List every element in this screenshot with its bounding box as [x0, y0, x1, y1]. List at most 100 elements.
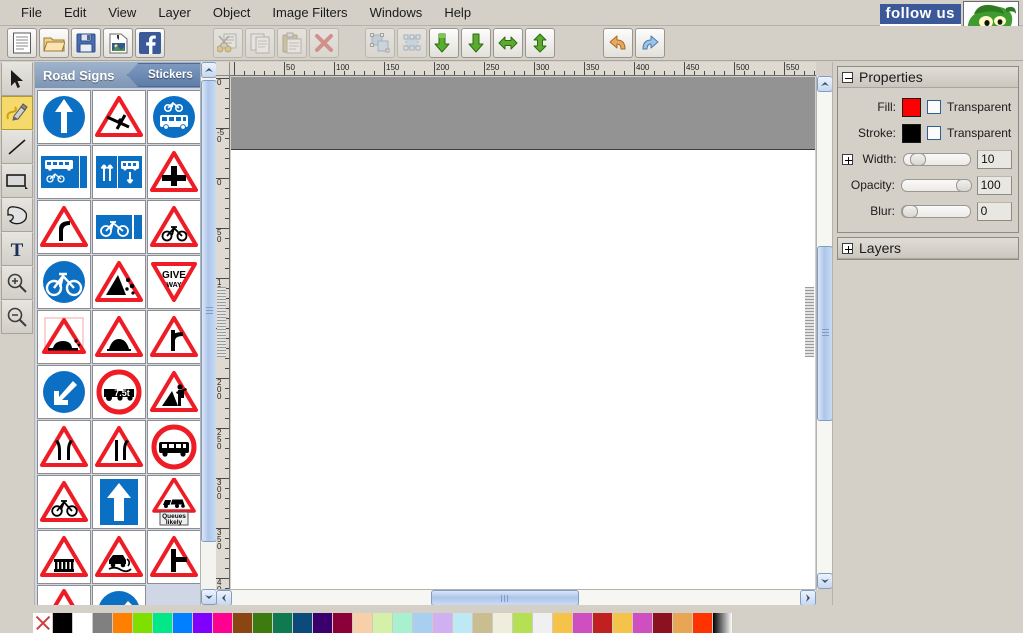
- send-to-back-button[interactable]: [461, 28, 491, 58]
- palette-swatch[interactable]: [93, 613, 113, 633]
- palette-swatch[interactable]: [653, 613, 673, 633]
- sticker-road-narrows-both-sides[interactable]: [37, 420, 91, 474]
- sticker-falling-rocks[interactable]: [92, 255, 146, 309]
- sticker-give-way[interactable]: GIVE WAY: [147, 255, 201, 309]
- palette-swatch[interactable]: [373, 613, 393, 633]
- flip-vertical-button[interactable]: [525, 28, 555, 58]
- palette-swatch[interactable]: [593, 613, 613, 633]
- palette-swatch[interactable]: [473, 613, 493, 633]
- palette-swatch[interactable]: [153, 613, 173, 633]
- tool-rectangle[interactable]: [1, 164, 33, 198]
- menu-object[interactable]: Object: [202, 2, 262, 23]
- sticker-crossroads[interactable]: [147, 145, 201, 199]
- palette-swatch[interactable]: [333, 613, 353, 633]
- canvas-horizontal-scrollbar[interactable]: [216, 589, 816, 606]
- opacity-slider-knob[interactable]: [955, 178, 972, 192]
- tool-text[interactable]: T: [1, 232, 33, 266]
- opacity-slider[interactable]: [900, 178, 972, 192]
- sticker-bus-cycle-lane-ahead[interactable]: [37, 145, 91, 199]
- collapse-icon[interactable]: [842, 71, 853, 83]
- delete-button[interactable]: [309, 28, 339, 58]
- sticker-side-road-right[interactable]: [147, 530, 201, 584]
- menu-windows[interactable]: Windows: [359, 2, 434, 23]
- tool-pencil[interactable]: [1, 96, 33, 130]
- follow-us-badge[interactable]: follow us: [879, 4, 961, 26]
- canvas-vertical-scrollbar[interactable]: [816, 76, 833, 589]
- sticker-cycle-only-route[interactable]: [37, 255, 91, 309]
- sticker-partial-triangle[interactable]: [37, 585, 91, 605]
- canvas-scroll-hthumb[interactable]: [431, 590, 579, 606]
- stickers-scroll-up-button[interactable]: [201, 62, 216, 78]
- palette-swatch[interactable]: [433, 613, 453, 633]
- palette-swatch[interactable]: [453, 613, 473, 633]
- canvas-splitter-grip[interactable]: [805, 287, 814, 357]
- tool-zoom-out[interactable]: [1, 300, 33, 334]
- cut-button[interactable]: [213, 28, 243, 58]
- palette-swatch[interactable]: [293, 613, 313, 633]
- fill-color-swatch[interactable]: [902, 97, 921, 117]
- sticker-level-crossing-gate[interactable]: [37, 530, 91, 584]
- blur-slider[interactable]: [900, 204, 971, 218]
- palette-swatch[interactable]: [393, 613, 413, 633]
- expand-width-icon[interactable]: [842, 153, 853, 165]
- save-image-button[interactable]: [103, 28, 133, 58]
- expand-icon[interactable]: [842, 242, 853, 254]
- sticker-ahead-only[interactable]: [37, 90, 91, 144]
- sticker-road-narrows-right[interactable]: [92, 420, 146, 474]
- palette-swatch[interactable]: [513, 613, 533, 633]
- palette-swatch[interactable]: [213, 613, 233, 633]
- palette-swatch[interactable]: [193, 613, 213, 633]
- palette-swatch[interactable]: [173, 613, 193, 633]
- canvas-scroll-left-button[interactable]: [216, 590, 232, 606]
- sticker-slippery-road[interactable]: [92, 530, 146, 584]
- tool-zoom-in[interactable]: [1, 266, 33, 300]
- menu-view[interactable]: View: [97, 2, 147, 23]
- palette-swatch[interactable]: [553, 613, 573, 633]
- palette-swatch[interactable]: [53, 613, 73, 633]
- palette-swatch[interactable]: [533, 613, 553, 633]
- sticker-keep-left[interactable]: [37, 365, 91, 419]
- sticker-queues-likely[interactable]: Queues likely: [147, 475, 201, 529]
- stroke-transparent-checkbox[interactable]: [927, 126, 941, 140]
- vertical-ruler-grip[interactable]: [217, 287, 226, 357]
- sticker-one-way-traffic[interactable]: [92, 475, 146, 529]
- palette-swatch[interactable]: [693, 613, 713, 633]
- tool-freeform[interactable]: [1, 198, 33, 232]
- palette-swatch[interactable]: [233, 613, 253, 633]
- redo-button[interactable]: [635, 28, 665, 58]
- palette-swatch[interactable]: [113, 613, 133, 633]
- stickers-scroll-thumb[interactable]: [201, 80, 216, 542]
- open-folder-button[interactable]: [39, 28, 69, 58]
- copy-button[interactable]: [245, 28, 275, 58]
- stroke-color-swatch[interactable]: [902, 123, 921, 143]
- canvas-scroll-up-button[interactable]: [817, 76, 833, 92]
- width-slider[interactable]: [902, 152, 972, 166]
- flip-horizontal-button[interactable]: [493, 28, 523, 58]
- sticker-loose-chippings[interactable]: [37, 310, 91, 364]
- select-all-button[interactable]: [365, 28, 395, 58]
- sticker-no-goods-vehicles-7-5t[interactable]: 7.5t: [92, 365, 146, 419]
- send-backward-button[interactable]: [429, 28, 459, 58]
- paste-button[interactable]: [277, 28, 307, 58]
- menu-file[interactable]: File: [10, 2, 53, 23]
- sticker-cycle-warning[interactable]: [37, 475, 91, 529]
- blur-value[interactable]: 0: [976, 201, 1012, 221]
- save-button[interactable]: [71, 28, 101, 58]
- sticker-partial-blue-arrow[interactable]: [92, 585, 146, 605]
- sticker-bend-to-right[interactable]: [37, 200, 91, 254]
- sticker-cycle-crossing[interactable]: [147, 200, 201, 254]
- undo-button[interactable]: [603, 28, 633, 58]
- palette-swatch[interactable]: [133, 613, 153, 633]
- layers-section-header[interactable]: Layers: [838, 238, 1018, 259]
- stickers-scroll-down-button[interactable]: [201, 589, 216, 605]
- sticker-contraflow-bus-lane[interactable]: [92, 145, 146, 199]
- menu-edit[interactable]: Edit: [53, 2, 97, 23]
- menu-layer[interactable]: Layer: [147, 2, 202, 23]
- tool-select[interactable]: [1, 62, 33, 96]
- sticker-t-junction[interactable]: [147, 310, 201, 364]
- stickers-tab[interactable]: Stickers: [127, 63, 207, 87]
- sticker-low-flying-aircraft[interactable]: [92, 90, 146, 144]
- palette-swatch[interactable]: [273, 613, 293, 633]
- facebook-share-button[interactable]: [135, 28, 165, 58]
- palette-swatch[interactable]: [633, 613, 653, 633]
